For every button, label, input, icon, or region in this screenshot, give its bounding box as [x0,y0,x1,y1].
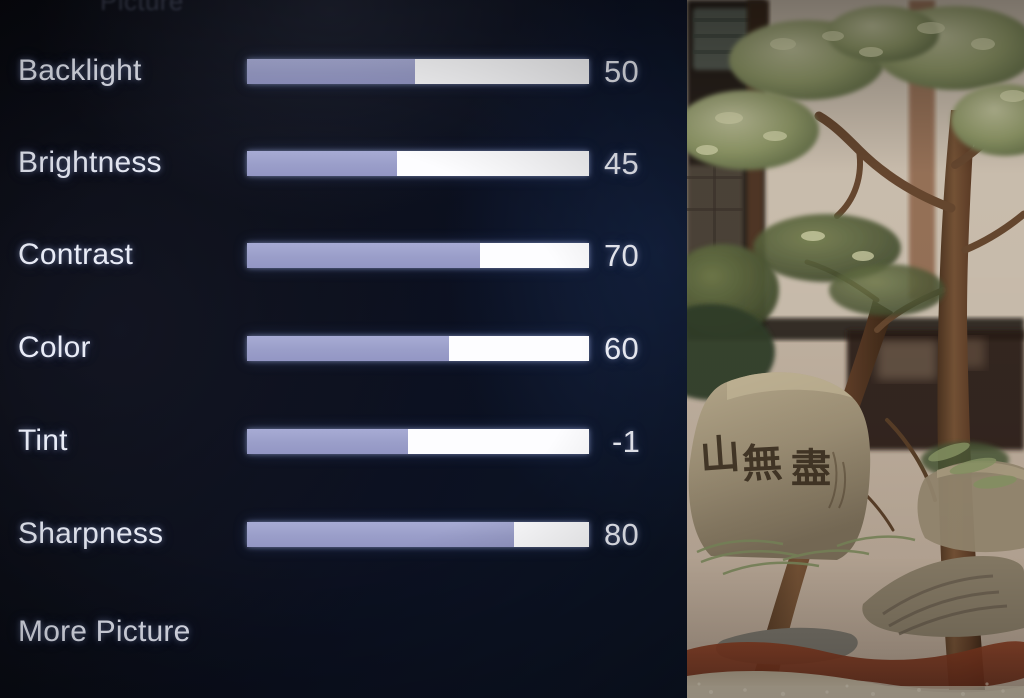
setting-value: 45 [604,145,640,181]
setting-row-color[interactable]: Color 60 [0,325,687,371]
setting-row-backlight[interactable]: Backlight 50 [0,48,687,94]
setting-value: 50 [604,53,640,89]
setting-slider-track[interactable] [247,521,589,547]
setting-value: -1 [612,423,641,459]
setting-label: Tint [18,424,68,457]
setting-slider-fill [247,242,480,268]
setting-value: 80 [604,516,640,552]
garden-scene-illustration: 山 無 盡 [687,0,1024,698]
setting-row-sharpness[interactable]: Sharpness 80 [0,511,687,557]
setting-slider-fill [247,58,415,84]
setting-label: Contrast [18,238,133,271]
setting-row-contrast[interactable]: Contrast 70 [0,232,687,278]
settings-list: Backlight 50 Brightness 45 Contrast 70 C… [0,0,687,698]
video-preview-image: 山 無 盡 [687,0,1024,698]
picture-settings-osd-panel: Picture Backlight 50 Brightness 45 Co [0,0,687,698]
setting-label: Brightness [18,146,162,179]
menu-item-more-picture[interactable]: More Picture [18,617,190,647]
setting-slider-fill [247,150,398,176]
setting-label: Backlight [18,54,142,87]
setting-slider-fill [247,428,408,454]
setting-value: 60 [604,330,640,366]
setting-slider-fill [247,521,514,547]
tv-screen: Picture Backlight 50 Brightness 45 Co [0,0,1024,698]
setting-slider-track[interactable] [247,150,589,176]
setting-label: Color [18,331,91,364]
setting-value: 70 [604,237,640,273]
setting-row-brightness[interactable]: Brightness 45 [0,140,687,186]
setting-slider-track[interactable] [247,335,589,361]
setting-slider-fill [247,335,449,361]
setting-slider-track[interactable] [247,58,589,84]
setting-label: Sharpness [18,517,164,550]
setting-row-tint[interactable]: Tint -1 [0,418,687,464]
setting-slider-track[interactable] [247,428,589,454]
setting-slider-track[interactable] [247,242,589,268]
